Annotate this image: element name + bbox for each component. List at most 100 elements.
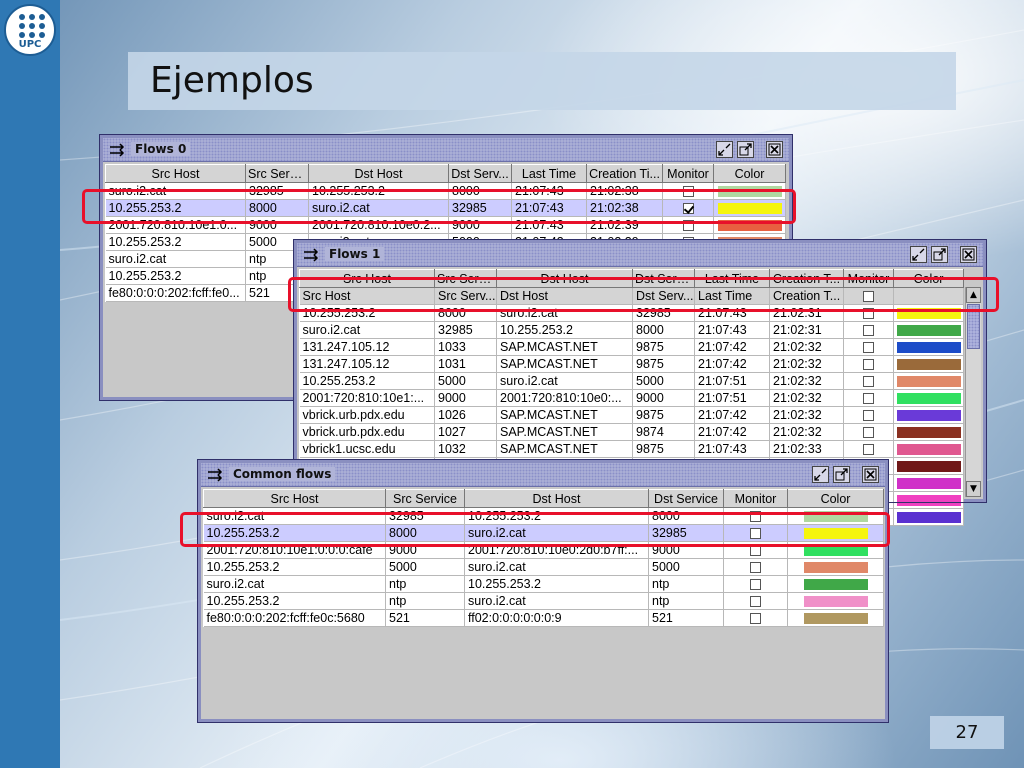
table-row[interactable]: vbrick1.ucsc.edu 1032 SAP.MCAST.NET 9875 21:… (299, 440, 964, 458)
monitor-checkbox[interactable] (682, 186, 694, 198)
column-header[interactable]: Src Host (105, 164, 246, 183)
close-button[interactable] (960, 246, 977, 263)
column-header[interactable]: Monitor (843, 269, 894, 288)
flows-0-titlebar[interactable]: Flows 0 (103, 138, 789, 162)
column-header[interactable]: Monitor (662, 164, 714, 183)
table-row[interactable]: Src Host Src Serv... Dst Host Dst Serv... La… (299, 287, 964, 305)
minimize-button[interactable] (716, 141, 733, 158)
maximize-button[interactable] (931, 246, 948, 263)
column-header[interactable]: Creation T... (769, 269, 844, 288)
monitor-checkbox[interactable] (863, 376, 874, 388)
color-swatch[interactable] (897, 359, 961, 371)
maximize-button[interactable] (737, 141, 754, 158)
table-row[interactable]: 131.247.105.12 1031 SAP.MCAST.NET 9875 21:07… (299, 355, 964, 373)
monitor-checkbox[interactable] (863, 410, 874, 422)
column-header[interactable]: Creation Ti... (586, 164, 663, 183)
monitor-checkbox[interactable] (863, 342, 874, 354)
monitor-checkbox[interactable] (863, 325, 874, 337)
color-swatch[interactable] (897, 427, 961, 439)
column-header[interactable]: Monitor (723, 489, 788, 508)
table-row[interactable]: vbrick.urb.pdx.edu 1027 SAP.MCAST.NET 9874 2… (299, 423, 964, 441)
monitor-checkbox[interactable] (863, 427, 874, 439)
monitor-checkbox[interactable] (750, 613, 761, 625)
column-header[interactable]: Color (713, 164, 786, 183)
close-button[interactable] (766, 141, 783, 158)
common-flows-titlebar[interactable]: Common flows (201, 463, 885, 487)
monitor-checkbox[interactable] (863, 359, 874, 371)
monitor-checkbox[interactable] (863, 308, 874, 320)
color-swatch[interactable] (803, 511, 868, 523)
color-swatch[interactable] (717, 203, 782, 215)
column-header[interactable]: Dst Host (496, 269, 633, 288)
table-row[interactable]: 2001:720:810:10e1:0... 9000 2001:720:810:1… (105, 216, 786, 234)
column-header[interactable]: Dst Host (308, 164, 449, 183)
monitor-checkbox[interactable] (682, 220, 694, 232)
table-row[interactable]: suro.i2.cat 32985 10.255.253.2 8000 21:07:43… (299, 321, 964, 339)
flows-1-titlebar[interactable]: Flows 1 (297, 243, 983, 267)
scroll-thumb[interactable] (967, 304, 980, 349)
column-header[interactable]: Last Time (694, 269, 770, 288)
column-header[interactable]: Src Serv... (434, 269, 497, 288)
color-swatch[interactable] (717, 220, 782, 232)
column-header[interactable]: Color (893, 269, 964, 288)
monitor-checkbox[interactable] (750, 596, 761, 608)
column-header[interactable]: Color (787, 489, 884, 508)
table-row[interactable]: 10.255.253.2 5000 suro.i2.cat 5000 (203, 558, 884, 576)
color-swatch[interactable] (897, 410, 961, 422)
table-row[interactable]: suro.i2.cat 32985 10.255.253.2 8000 21:07:43… (105, 182, 786, 200)
table-row[interactable]: suro.i2.cat 32985 10.255.253.2 8000 (203, 507, 884, 525)
table-row[interactable]: suro.i2.cat ntp 10.255.253.2 ntp (203, 575, 884, 593)
flows-1-vertical-scrollbar[interactable]: ▲ ▼ (965, 287, 981, 497)
monitor-checkbox[interactable] (863, 444, 874, 456)
common-flows-table[interactable]: Src Host Src Service Dst Host Dst Service Mo… (203, 489, 884, 627)
color-swatch[interactable] (897, 393, 961, 405)
maximize-button[interactable] (833, 466, 850, 483)
color-swatch[interactable] (897, 444, 961, 456)
color-swatch[interactable] (897, 478, 961, 490)
column-header[interactable]: Dst Service (648, 489, 724, 508)
table-row[interactable]: 10.255.253.2 5000 suro.i2.cat 5000 21:07:51 2… (299, 372, 964, 390)
column-header[interactable]: Dst Host (464, 489, 649, 508)
table-row[interactable]: 10.255.253.2 8000 suro.i2.cat 32985 (203, 524, 884, 542)
monitor-checkbox[interactable] (863, 393, 874, 405)
color-swatch[interactable] (803, 528, 868, 540)
monitor-checkbox[interactable] (750, 511, 761, 523)
monitor-checkbox[interactable] (682, 203, 694, 215)
color-swatch[interactable] (897, 308, 961, 320)
color-swatch[interactable] (897, 495, 961, 507)
table-row[interactable]: 10.255.253.2 8000 suro.i2.cat 32985 21:07:43… (299, 304, 964, 322)
table-row[interactable]: 2001:720:810:10e1:... 9000 2001:720:810:10… (299, 389, 964, 407)
monitor-checkbox[interactable] (750, 545, 761, 557)
color-swatch[interactable] (897, 461, 961, 473)
column-header[interactable]: Src Host (203, 489, 386, 508)
monitor-checkbox[interactable] (750, 579, 761, 591)
table-row[interactable]: 131.247.105.12 1033 SAP.MCAST.NET 9875 21:07… (299, 338, 964, 356)
color-swatch[interactable] (897, 342, 961, 354)
minimize-button[interactable] (812, 466, 829, 483)
color-swatch[interactable] (897, 325, 961, 337)
color-swatch[interactable] (717, 186, 782, 198)
column-header[interactable]: Last Time (511, 164, 587, 183)
close-button[interactable] (862, 466, 879, 483)
common-flows-window[interactable]: Common flows Src Host Src Service Dst Host… (197, 459, 889, 723)
color-swatch[interactable] (803, 613, 868, 625)
column-header[interactable]: Src Host (299, 269, 435, 288)
column-header[interactable]: Src Servi... (245, 164, 309, 183)
monitor-checkbox[interactable] (750, 528, 761, 540)
color-swatch[interactable] (803, 579, 868, 591)
monitor-checkbox[interactable] (750, 562, 761, 574)
table-row[interactable]: 10.255.253.2 ntp suro.i2.cat ntp (203, 592, 884, 610)
table-row[interactable]: fe80:0:0:0:202:fcff:fe0c:5680 521 ff02:0:0… (203, 609, 884, 627)
column-header[interactable]: Dst Serv... (632, 269, 695, 288)
column-header[interactable]: Dst Serv... (448, 164, 512, 183)
monitor-checkbox[interactable] (863, 291, 874, 303)
table-row[interactable]: 10.255.253.2 8000 suro.i2.cat 32985 21:07:43… (105, 199, 786, 217)
table-row[interactable]: 2001:720:810:10e1:0:0:0:cafe 9000 2001:720… (203, 541, 884, 559)
color-swatch[interactable] (803, 596, 868, 608)
color-swatch[interactable] (897, 512, 961, 524)
minimize-button[interactable] (910, 246, 927, 263)
scroll-down-arrow[interactable]: ▼ (966, 481, 981, 497)
color-swatch[interactable] (897, 376, 961, 388)
color-swatch[interactable] (803, 545, 868, 557)
scroll-up-arrow[interactable]: ▲ (966, 287, 981, 303)
